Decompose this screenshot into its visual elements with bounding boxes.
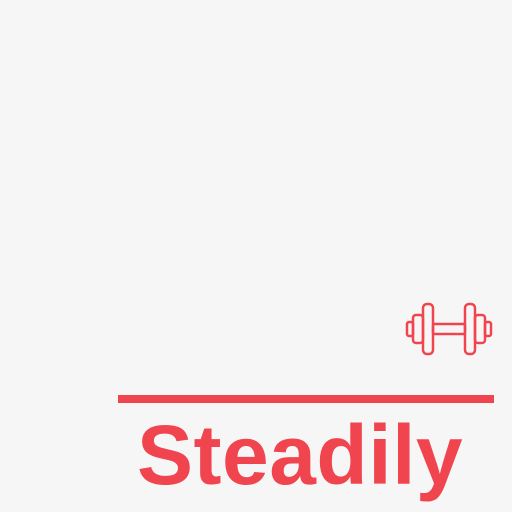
brand-name: Steadily: [137, 408, 464, 502]
logo: Steadily: [0, 0, 512, 512]
dumbbell-icon: [405, 302, 493, 356]
accent-divider: [118, 395, 494, 403]
